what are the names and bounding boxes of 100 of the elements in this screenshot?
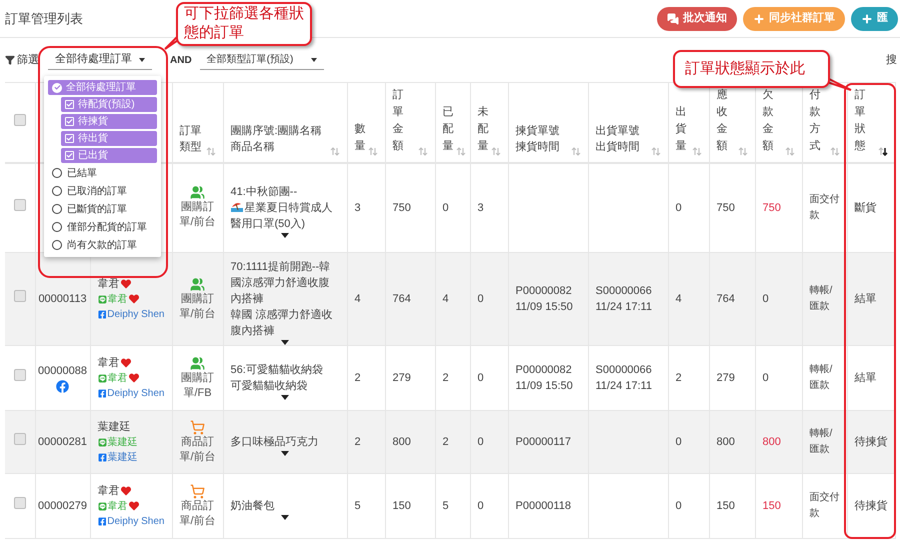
order-status: 待揀貨	[854, 500, 888, 512]
action-button[interactable]: 同步社群訂單	[743, 6, 845, 30]
heart-icon	[120, 358, 130, 368]
order-type: 商品訂單/前台	[178, 498, 216, 528]
product-name: 56:可愛貓貓收納袋	[230, 363, 324, 378]
column-header: 揀貨時間	[516, 140, 560, 155]
menu-option[interactable]: 僅部分配貨的訂單	[48, 219, 157, 235]
column-header: 團購序號:團購名稱	[230, 124, 322, 138]
customer-name: 葉建廷	[98, 420, 130, 434]
row-checkbox[interactable]	[14, 433, 26, 446]
table-cell-text: S00000066	[596, 284, 653, 299]
table-cell: 750	[392, 202, 411, 214]
caret-down-icon[interactable]	[281, 451, 289, 456]
table-cell: 150	[762, 500, 781, 512]
table-cell: 3	[354, 202, 361, 214]
row-checkbox[interactable]	[14, 114, 26, 126]
table-cell: 800	[392, 436, 411, 448]
order-status: 結單	[854, 292, 876, 305]
order-type: 團購訂單/前台	[178, 200, 216, 230]
row-checkbox[interactable]	[14, 497, 26, 510]
order-number: 00000281	[38, 434, 87, 450]
customer-name: 韋君	[98, 484, 120, 498]
facebook-name[interactable]: Deiphy Shen	[107, 386, 164, 400]
table-cell: 0	[676, 436, 682, 448]
plus-icon	[753, 12, 765, 24]
table-cell: 279	[392, 372, 411, 384]
table-cell: 4	[354, 292, 361, 305]
column-header: 已配量	[442, 105, 454, 154]
table-cell: 2	[442, 436, 449, 448]
table-cell: 764	[392, 292, 411, 305]
menu-option[interactable]: 已斷貨的訂單	[48, 201, 157, 217]
filter-label: 篩選	[17, 52, 39, 68]
table-cell-text: P00000082	[516, 363, 573, 378]
line-icon	[98, 294, 106, 304]
order-type: 商品訂單/前台	[178, 434, 216, 464]
menu-option[interactable]: 待配貨(預設)	[61, 97, 157, 112]
table-cell: 4	[676, 292, 682, 305]
facebook-name[interactable]: Deiphy Shen	[107, 514, 164, 528]
table-cell-text: 面交付款	[810, 490, 840, 521]
sort-icon[interactable]	[878, 146, 888, 156]
beach-icon	[230, 200, 242, 212]
table-cell-text: 轉帳/匯款	[810, 363, 834, 393]
checkbox-icon	[65, 117, 74, 126]
row-checkbox[interactable]	[14, 199, 26, 211]
product-name: 70:1111提前開跑--韓國涼感彈力舒適收腹內搭褲	[230, 260, 332, 307]
column-header: 訂單金額	[392, 88, 404, 154]
table-cell: 0	[478, 436, 484, 448]
line-name: 韋君	[108, 372, 128, 386]
order-status: 結單	[854, 372, 876, 384]
caret-down-icon[interactable]	[281, 232, 289, 238]
table-cell: 0	[478, 372, 484, 384]
column-header: 出貨量	[676, 105, 686, 154]
table-cell: 800	[762, 436, 781, 448]
menu-option[interactable]: 待揀貨	[61, 114, 157, 129]
action-button[interactable]: 批次通知	[657, 6, 737, 30]
column-header: 付款方式	[810, 88, 820, 154]
line-name: 韋君	[108, 292, 128, 306]
caret-down-icon	[310, 58, 317, 62]
facebook-name[interactable]: 葉建廷	[108, 450, 138, 464]
table-cell: 0	[442, 202, 449, 214]
table-cell: 800	[716, 436, 735, 448]
caret-down-icon[interactable]	[281, 395, 289, 400]
table-cell-text: P00000118	[516, 499, 572, 514]
row-checkbox[interactable]	[14, 290, 26, 302]
column-header: 出貨單號	[596, 124, 640, 138]
line-icon	[98, 438, 106, 446]
table-cell: 0	[478, 292, 484, 305]
and-label: AND	[170, 54, 192, 68]
table-cell: 0	[762, 292, 769, 305]
column-header: 訂單類型	[180, 124, 202, 155]
facebook-name[interactable]: Deiphy Shen	[107, 306, 164, 322]
table-cell: 2	[676, 372, 682, 384]
table-cell-text: 11/09 15:50	[516, 379, 574, 394]
table-cell: 279	[716, 372, 735, 384]
menu-option[interactable]: 已結單	[48, 165, 157, 181]
table-cell: 750	[716, 202, 735, 214]
menu-option[interactable]: 待出貨	[61, 131, 157, 146]
facebook-icon	[98, 452, 106, 462]
caret-down-icon[interactable]	[281, 515, 289, 520]
menu-option[interactable]: 已出貨	[61, 148, 157, 163]
order-number: 00000279	[38, 498, 87, 514]
table-cell-text: 11/24 17:11	[596, 300, 653, 315]
table-cell: 2	[354, 436, 361, 448]
table-cell-text: 轉帳/匯款	[810, 427, 834, 457]
line-name: 葉建廷	[108, 436, 138, 450]
checkbox-icon	[65, 100, 74, 109]
facebook-icon	[98, 310, 106, 318]
menu-option[interactable]: 已取消的訂單	[48, 183, 157, 199]
order-number: 00000113	[38, 292, 87, 307]
line-name: 韋君	[108, 500, 128, 514]
column-header: 揀貨單號	[516, 124, 560, 138]
row-checkbox[interactable]	[14, 369, 26, 382]
table-cell: 2	[442, 372, 449, 384]
table-cell: 750	[762, 202, 781, 214]
status-select[interactable]: 全部待處理訂單	[48, 50, 152, 70]
menu-option[interactable]: 尚有欠款的訂單	[48, 237, 157, 253]
action-button[interactable]: 匯	[851, 6, 898, 30]
menu-option[interactable]: 全部待處理訂單	[48, 80, 157, 95]
type-select[interactable]: 全部類型訂單(預設)	[200, 50, 324, 70]
table-cell: 5	[354, 500, 361, 512]
